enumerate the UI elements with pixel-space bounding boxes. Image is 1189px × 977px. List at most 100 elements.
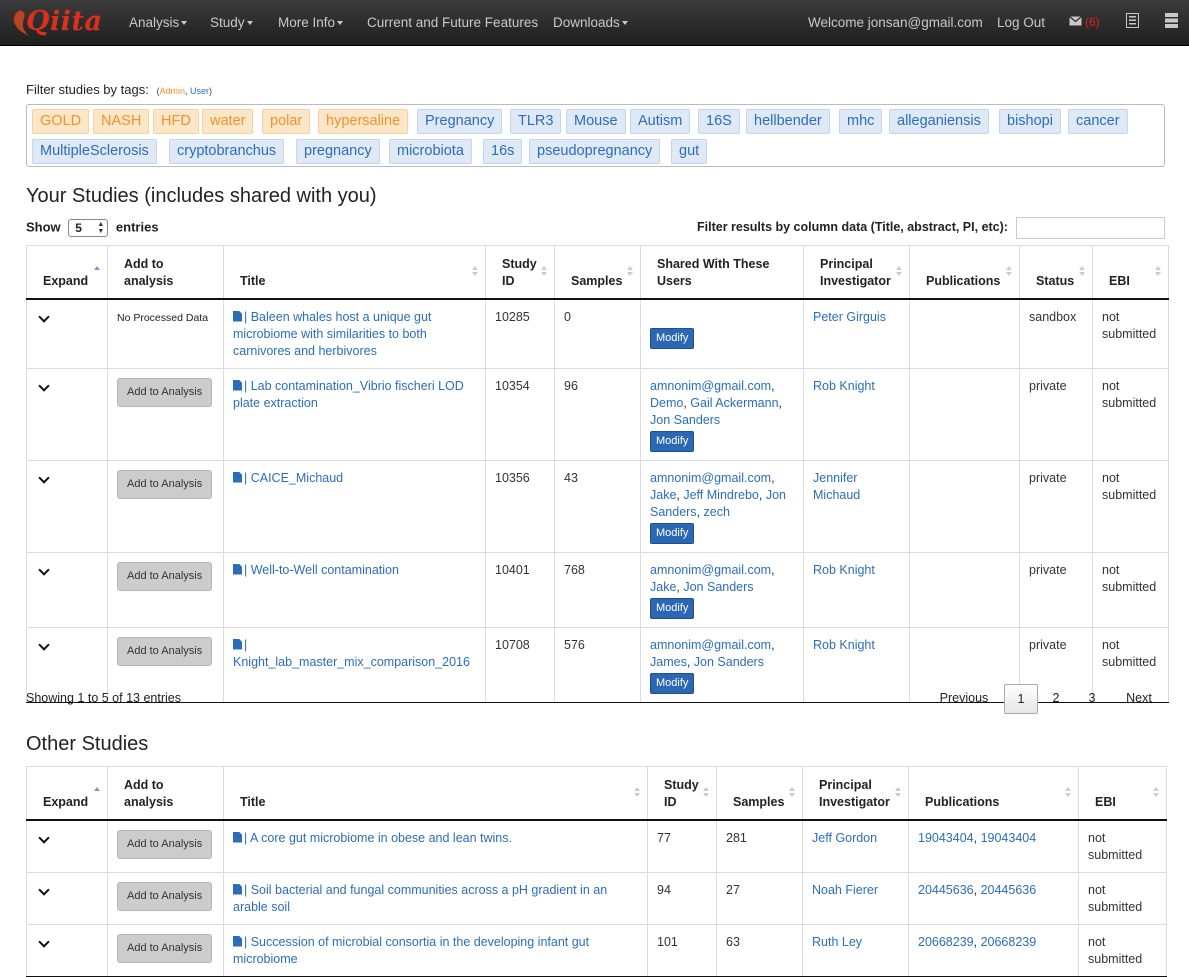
modify-button[interactable]: Modify <box>650 522 695 544</box>
col-publications[interactable]: Publications <box>909 245 1020 300</box>
tag-user[interactable]: Mouse <box>566 109 626 134</box>
publication-link[interactable]: 20445636 <box>918 883 974 897</box>
tag-user[interactable]: Pregnancy <box>417 109 503 134</box>
pagination-page-2[interactable]: 2 <box>1048 684 1064 714</box>
pi-link[interactable]: Ruth Ley <box>812 935 862 949</box>
pi-link[interactable]: Rob Knight <box>813 638 875 652</box>
server-icon[interactable] <box>1165 13 1178 28</box>
shared-user-link[interactable]: amnonim@gmail.com <box>650 563 771 577</box>
modify-button[interactable]: Modify <box>650 327 695 349</box>
tag-user[interactable]: gut <box>671 139 708 164</box>
shared-user-link[interactable]: Jake <box>650 488 676 502</box>
col-pi[interactable]: Principal Investigator <box>803 245 910 300</box>
tag-user[interactable]: 16s <box>483 139 523 164</box>
pi-link[interactable]: Jeff Gordon <box>812 831 877 845</box>
chevron-down-icon[interactable] <box>38 563 50 576</box>
nav-study[interactable]: Study <box>210 15 253 30</box>
tag-user[interactable]: cryptobranchus <box>169 139 285 164</box>
study-title-link[interactable]: | CAICE_Michaud <box>233 471 343 485</box>
tag-user[interactable]: 16S <box>698 109 740 134</box>
entries-select[interactable]: 5 ▲ ▼ <box>68 219 109 237</box>
tag-user[interactable]: alleganiensis <box>889 109 989 134</box>
study-title-link[interactable]: | Knight_lab_master_mix_comparison_2016 <box>233 638 470 669</box>
study-title-link[interactable]: | Succession of microbial consortia in t… <box>233 935 589 966</box>
col-expand[interactable]: Expand <box>26 766 108 821</box>
nav-analysis[interactable]: Analysis <box>129 15 188 30</box>
publication-link[interactable]: 20668239 <box>981 935 1037 949</box>
col-ebi[interactable]: EBI <box>1092 245 1169 300</box>
tag-admin[interactable]: NASH <box>93 109 150 134</box>
pi-link[interactable]: Rob Knight <box>813 563 875 577</box>
tag-admin[interactable]: HFD <box>153 109 199 134</box>
tag-user[interactable]: pregnancy <box>296 139 380 164</box>
tag-user[interactable]: pseudopregnancy <box>529 139 661 164</box>
tag-admin[interactable]: water <box>202 109 254 134</box>
pi-link[interactable]: Rob Knight <box>813 379 875 393</box>
chevron-down-icon[interactable] <box>38 471 50 484</box>
nav-more-info[interactable]: More Info <box>278 15 344 30</box>
shared-user-link[interactable]: Jon Sanders <box>650 413 720 427</box>
shared-user-link[interactable]: zech <box>704 505 730 519</box>
add-to-analysis-button[interactable]: Add to Analysis <box>117 829 213 859</box>
nav-downloads[interactable]: Downloads <box>553 15 628 30</box>
shared-user-link[interactable]: Gail Ackermann <box>690 396 778 410</box>
messages-button[interactable]: (6) <box>1069 14 1100 29</box>
tag-admin[interactable]: GOLD <box>32 109 90 134</box>
tag-admin[interactable]: hypersaline <box>318 109 409 134</box>
chevron-down-icon[interactable] <box>38 935 50 948</box>
tag-user[interactable]: microbiota <box>389 139 472 164</box>
tag-user[interactable]: TLR3 <box>510 109 562 134</box>
col-samples[interactable]: Samples <box>554 245 641 300</box>
shared-user-link[interactable]: Jake <box>650 580 676 594</box>
shared-user-link[interactable]: amnonim@gmail.com <box>650 379 771 393</box>
study-title-link[interactable]: | Lab contamination_Vibrio fischeri LOD … <box>233 379 464 410</box>
add-to-analysis-button[interactable]: Add to Analysis <box>117 636 213 666</box>
publication-link[interactable]: 20445636 <box>981 883 1037 897</box>
list-icon[interactable] <box>1126 13 1139 28</box>
tag-user[interactable]: bishopi <box>999 109 1061 134</box>
chevron-down-icon[interactable] <box>38 379 50 392</box>
tag-user[interactable]: mhc <box>839 109 883 134</box>
logout-link[interactable]: Log Out <box>997 15 1045 30</box>
filter-results-input[interactable] <box>1016 217 1165 239</box>
shared-user-link[interactable]: amnonim@gmail.com <box>650 471 771 485</box>
add-to-analysis-button[interactable]: Add to Analysis <box>117 881 213 911</box>
study-title-link[interactable]: | Baleen whales host a unique gut microb… <box>233 310 431 358</box>
study-title-link[interactable]: | Soil bacterial and fungal communities … <box>233 883 607 914</box>
chevron-down-icon[interactable] <box>38 831 50 844</box>
tag-admin[interactable]: polar <box>262 109 311 134</box>
col-publications[interactable]: Publications <box>908 766 1079 821</box>
shared-user-link[interactable]: Jon Sanders <box>694 655 764 669</box>
tag-user[interactable]: cancer <box>1068 109 1128 134</box>
shared-user-link[interactable]: Jeff Mindrebo <box>683 488 759 502</box>
study-title-link[interactable]: | Well-to-Well contamination <box>233 563 399 577</box>
pagination-previous[interactable]: Previous <box>939 684 989 714</box>
chevron-down-icon[interactable] <box>38 883 50 896</box>
publication-link[interactable]: 20668239 <box>918 935 974 949</box>
col-pi[interactable]: Principal Investigator <box>802 766 909 821</box>
pagination-page-1[interactable]: 1 <box>1004 684 1038 714</box>
add-to-analysis-button[interactable]: Add to Analysis <box>117 561 213 591</box>
shared-user-link[interactable]: Jon Sanders <box>683 580 753 594</box>
add-to-analysis-button[interactable]: Add to Analysis <box>117 377 213 407</box>
modify-button[interactable]: Modify <box>650 672 695 694</box>
pagination-page-3[interactable]: 3 <box>1084 684 1100 714</box>
col-samples[interactable]: Samples <box>716 766 803 821</box>
shared-user-link[interactable]: Demo <box>650 396 683 410</box>
chevron-down-icon[interactable] <box>38 310 50 323</box>
col-status[interactable]: Status <box>1019 245 1093 300</box>
tag-user[interactable]: Autism <box>630 109 691 134</box>
modify-button[interactable]: Modify <box>650 430 695 452</box>
shared-user-link[interactable]: amnonim@gmail.com <box>650 638 771 652</box>
modify-button[interactable]: Modify <box>650 597 695 619</box>
nav-current-future-features[interactable]: Current and Future Features <box>367 15 538 30</box>
col-expand[interactable]: Expand <box>26 245 108 300</box>
col-ebi[interactable]: EBI <box>1078 766 1167 821</box>
shared-user-link[interactable]: James <box>650 655 687 669</box>
tag-user[interactable]: MultipleSclerosis <box>32 139 157 164</box>
pi-link[interactable]: Noah Fierer <box>812 883 878 897</box>
col-study-id[interactable]: Study ID <box>647 766 717 821</box>
col-title[interactable]: Title <box>223 245 486 300</box>
publication-link[interactable]: 19043404 <box>981 831 1037 845</box>
add-to-analysis-button[interactable]: Add to Analysis <box>117 933 213 963</box>
